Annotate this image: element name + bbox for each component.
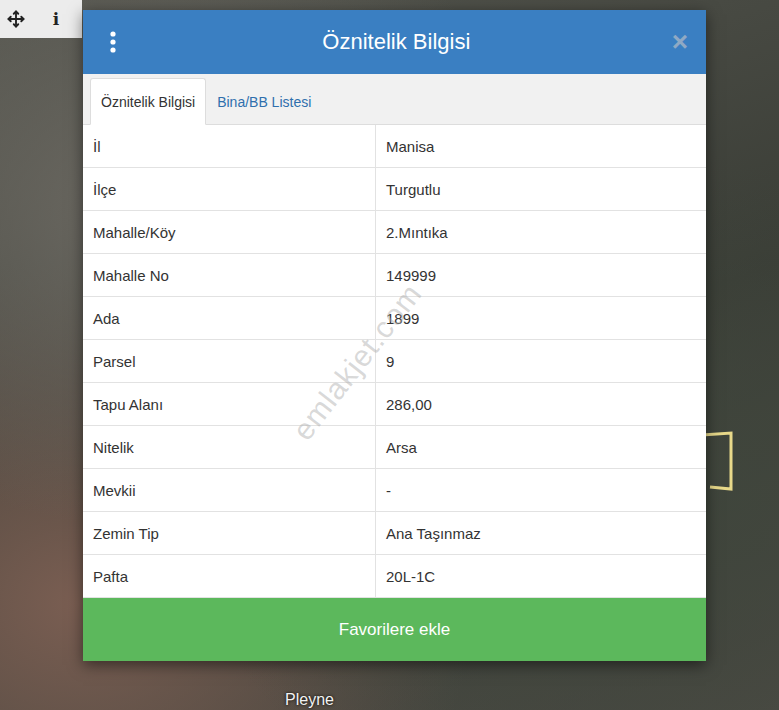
row-value: 286,00 xyxy=(376,383,706,425)
row-label: İlçe xyxy=(83,168,376,210)
table-row: Pafta20L-1C xyxy=(83,555,706,598)
table-row: İlçeTurgutlu xyxy=(83,168,706,211)
row-value: Manisa xyxy=(376,125,706,167)
row-value: 2.Mıntıka xyxy=(376,211,706,253)
info-button[interactable]: i xyxy=(47,10,65,28)
table-row: Mahalle No149999 xyxy=(83,254,706,297)
watermark: emlakjet.com xyxy=(286,277,429,447)
dialog-header: Öznitelik Bilgisi× xyxy=(83,10,706,74)
row-label: Mevkii xyxy=(83,469,376,511)
map-toolbar: i xyxy=(0,0,82,38)
row-label: Ada xyxy=(83,297,376,339)
row-label: Parsel xyxy=(83,340,376,382)
table-row: Mahalle/Köy2.Mıntıka xyxy=(83,211,706,254)
row-label: Nitelik xyxy=(83,426,376,468)
attribute-dialog: Öznitelik Bilgisi×Öznitelik BilgisiBina/… xyxy=(83,10,706,661)
pan-button[interactable] xyxy=(7,10,25,28)
row-value: 20L-1C xyxy=(376,555,706,597)
tab[interactable]: Öznitelik Bilgisi xyxy=(90,78,206,125)
map-canvas[interactable]: iPleyneÖznitelik Bilgisi×Öznitelik Bilgi… xyxy=(0,0,779,710)
street-label: Pleyne xyxy=(285,691,334,709)
table-row: Mevkii- xyxy=(83,469,706,512)
tab-bar: Öznitelik BilgisiBina/BB Listesi xyxy=(83,74,706,125)
row-label: Pafta xyxy=(83,555,376,597)
table-row: Zemin TipAna Taşınmaz xyxy=(83,512,706,555)
row-value: Arsa xyxy=(376,426,706,468)
row-label: Mahalle/Köy xyxy=(83,211,376,253)
table-row: Ada1899 xyxy=(83,297,706,340)
add-favorite-button[interactable]: Favorilere ekle xyxy=(83,598,706,661)
attribute-table: İlManisaİlçeTurgutluMahalle/Köy2.Mıntıka… xyxy=(83,125,706,598)
table-row: Tapu Alanı286,00 xyxy=(83,383,706,426)
table-row: Parsel9 xyxy=(83,340,706,383)
row-value: Turgutlu xyxy=(376,168,706,210)
row-label: Zemin Tip xyxy=(83,512,376,554)
close-button[interactable]: × xyxy=(672,28,688,56)
table-row: NitelikArsa xyxy=(83,426,706,469)
row-value: 9 xyxy=(376,340,706,382)
kebab-icon xyxy=(110,31,116,53)
row-label: Mahalle No xyxy=(83,254,376,296)
menu-button[interactable] xyxy=(105,31,121,53)
row-label: Tapu Alanı xyxy=(83,383,376,425)
row-value: 1899 xyxy=(376,297,706,339)
move-icon xyxy=(7,10,25,28)
row-value: 149999 xyxy=(376,254,706,296)
tab[interactable]: Bina/BB Listesi xyxy=(206,78,322,125)
parcel-outline xyxy=(700,425,740,495)
row-label: İl xyxy=(83,125,376,167)
dialog-title: Öznitelik Bilgisi xyxy=(121,29,672,55)
table-row: İlManisa xyxy=(83,125,706,168)
row-value: Ana Taşınmaz xyxy=(376,512,706,554)
row-value: - xyxy=(376,469,706,511)
